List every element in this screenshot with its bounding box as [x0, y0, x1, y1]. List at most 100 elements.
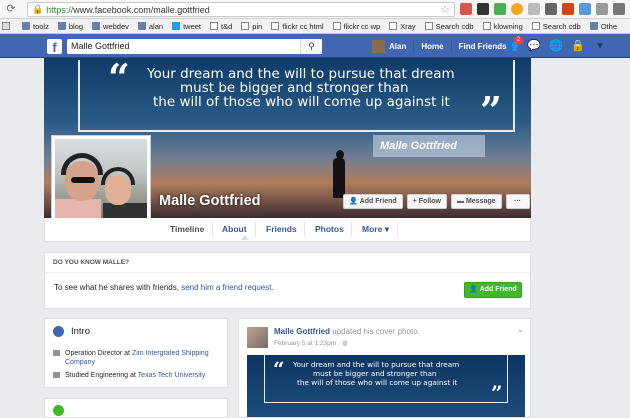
- bookmark-folder[interactable]: webdev: [92, 22, 129, 31]
- intro-text: Studied Engineering at: [65, 372, 136, 379]
- page-icon: [241, 22, 250, 30]
- divider: [255, 222, 256, 237]
- globe-icon: [53, 326, 64, 337]
- bookmark-item[interactable]: Othe: [589, 21, 617, 31]
- post-author-link[interactable]: Malle Gottfried: [274, 327, 330, 336]
- bookmark-item[interactable]: klowning: [482, 21, 523, 31]
- button-label: Add Friend: [359, 198, 397, 205]
- card-title: Intro: [71, 326, 91, 337]
- message-button[interactable]: ▬ Message: [450, 194, 502, 209]
- reload-icon[interactable]: ⟳: [4, 2, 18, 16]
- bookmark-item[interactable]: Search cdb: [424, 21, 474, 31]
- add-friend-button[interactable]: 👤 Add Friend: [343, 194, 403, 209]
- extension-icon[interactable]: [545, 3, 557, 15]
- extension-icon[interactable]: [596, 3, 608, 15]
- page-icon: [482, 22, 491, 30]
- follow-button[interactable]: + Follow: [406, 194, 447, 209]
- tab-more[interactable]: More ▾: [362, 218, 389, 241]
- tab-photos[interactable]: Photos: [315, 218, 344, 241]
- search-icon[interactable]: ⚲: [300, 39, 322, 54]
- extension-icon[interactable]: [562, 3, 574, 15]
- tab-timeline[interactable]: Timeline: [170, 218, 204, 241]
- url-scheme: https://: [46, 4, 74, 15]
- bookmark-label: webdev: [103, 21, 129, 31]
- bookmark-icon: [210, 22, 219, 30]
- folder-icon: [57, 22, 66, 30]
- twitter-icon: [172, 22, 181, 30]
- post-timestamp[interactable]: February 5 at 1:23pm · ◍: [274, 339, 348, 347]
- bookmark-label: flickr cc html: [282, 21, 324, 31]
- friend-request-prompt: To see what he shares with friends, send…: [54, 283, 274, 292]
- bookmark-item[interactable]: tweet: [172, 22, 201, 31]
- bookmark-label: blog: [68, 21, 84, 31]
- home-link[interactable]: Home: [421, 42, 443, 51]
- facebook-logo[interactable]: f: [47, 39, 62, 55]
- timestamp-text: February 5 at 1:23pm ·: [274, 340, 342, 347]
- sunglasses: [71, 177, 95, 183]
- avatar[interactable]: [247, 327, 268, 348]
- apps-icon: [2, 22, 10, 30]
- bookmark-label: Othe: [600, 21, 617, 31]
- more-options-button[interactable]: ···: [505, 194, 530, 209]
- quote-close-icon: ”: [480, 88, 502, 133]
- post-quote-line: must be bigger and stronger than: [313, 369, 437, 378]
- bookmark-label: pin: [252, 21, 263, 31]
- card-title: DO YOU KNOW MALLE?: [53, 259, 130, 266]
- cover-name-banner: Malle Gottfried: [373, 135, 485, 157]
- bookmark-label: flickr cc wp: [343, 21, 381, 31]
- avatar[interactable]: [372, 40, 385, 53]
- divider: [212, 222, 213, 237]
- address-bar[interactable]: 🔒 https:// www.facebook.com/malle.gottfr…: [27, 2, 455, 17]
- bookmark-label: klowning: [493, 21, 523, 31]
- bookmark-apps[interactable]: [2, 22, 13, 30]
- bookmark-folder[interactable]: blog: [57, 21, 84, 31]
- extension-icon[interactable]: [460, 3, 472, 15]
- page-icon: [271, 22, 280, 30]
- page-icon: [389, 22, 398, 30]
- bookmark-folder[interactable]: alan: [137, 22, 163, 31]
- chevron-down-icon[interactable]: ⌄: [517, 325, 524, 334]
- quote-close-icon: ”: [491, 381, 503, 405]
- bookmark-item[interactable]: t&d: [210, 22, 232, 31]
- divider: [397, 222, 398, 237]
- bookmark-item[interactable]: pin: [241, 22, 262, 31]
- add-friend-icon: 👤: [469, 286, 480, 293]
- active-tab-indicator: [241, 235, 249, 240]
- intro-work: Operation Director at Zim Intergrated Sh…: [53, 349, 220, 367]
- top-nav: Alan Home Find Friends: [372, 39, 507, 54]
- lock-icon[interactable]: 🔒: [571, 39, 585, 53]
- tab-friends[interactable]: Friends: [266, 218, 297, 241]
- globe-icon[interactable]: 🌐: [549, 39, 563, 53]
- search-input[interactable]: Malle Gottfried ⚲: [67, 39, 322, 54]
- add-friend-button[interactable]: 👤 Add Friend: [464, 282, 522, 298]
- bookmark-label: Search cdb: [435, 21, 474, 31]
- extension-icon[interactable]: [494, 3, 506, 15]
- extension-icon[interactable]: [528, 3, 540, 15]
- bookmark-item[interactable]: flickr cc html: [271, 21, 324, 31]
- chevron-down-icon[interactable]: ▾: [593, 39, 607, 53]
- bookmark-folder[interactable]: toolz: [22, 22, 49, 31]
- extension-icon[interactable]: [511, 3, 523, 15]
- send-friend-request-link[interactable]: send him a friend request.: [181, 283, 274, 292]
- divider: [351, 222, 352, 237]
- bookmark-item[interactable]: flickr cc wp: [332, 21, 381, 31]
- school-link[interactable]: Texas Tech University: [138, 372, 206, 379]
- extension-icon[interactable]: [579, 3, 591, 15]
- find-friends-link[interactable]: Find Friends: [459, 42, 507, 51]
- browser-toolbar: ⟳ 🔒 https:// www.facebook.com/malle.gott…: [0, 0, 630, 19]
- friend-requests-icon[interactable]: 👥 2: [505, 36, 523, 53]
- bookmark-item[interactable]: Xray: [389, 22, 416, 31]
- profile-link[interactable]: Alan: [389, 42, 406, 51]
- briefcase-icon: [53, 350, 60, 356]
- intro-card: Intro Operation Director at Zim Intergra…: [44, 318, 228, 388]
- bookmark-star-icon[interactable]: ☆: [440, 3, 450, 16]
- messages-icon[interactable]: 💬: [527, 39, 541, 53]
- bookmark-item[interactable]: Search cdb: [531, 22, 581, 31]
- profile-name[interactable]: Malle Gottfried: [159, 193, 261, 209]
- extension-icon[interactable]: [477, 3, 489, 15]
- divider: [413, 41, 415, 52]
- divider: [304, 222, 305, 237]
- cover-quote-line: the will of those who will come up again…: [153, 94, 450, 110]
- page-icon: [332, 22, 341, 30]
- menu-icon[interactable]: [613, 3, 625, 15]
